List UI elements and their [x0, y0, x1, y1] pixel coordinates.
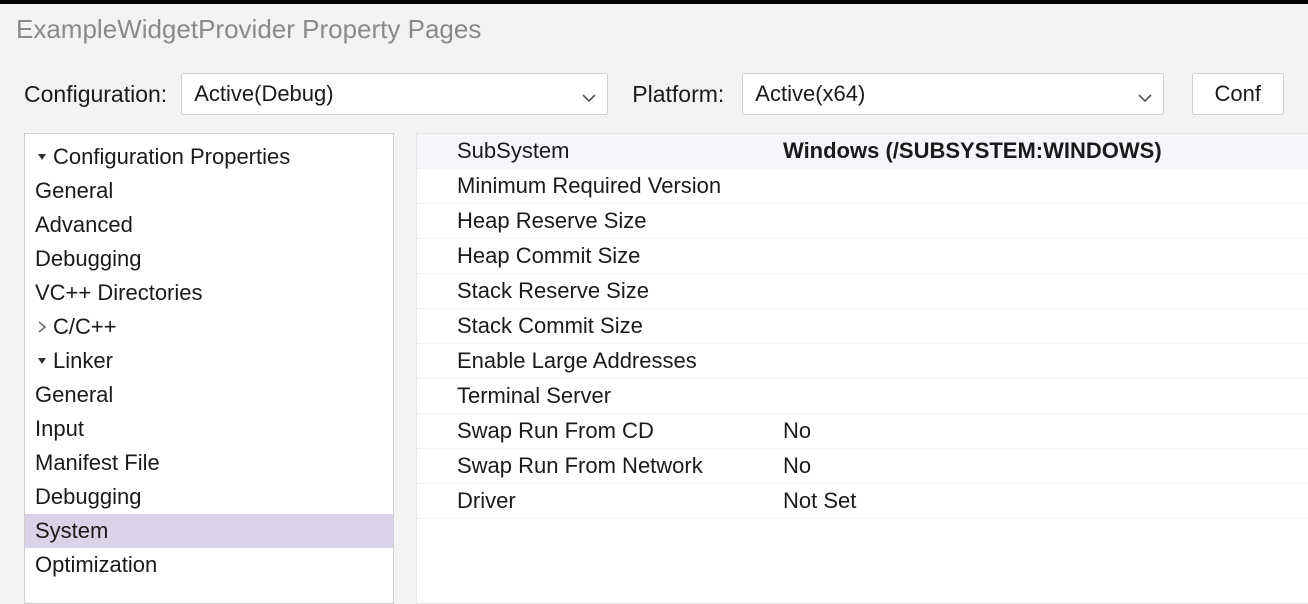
- grid-row-name: Swap Run From CD: [417, 418, 777, 444]
- configuration-dropdown[interactable]: Active(Debug): [181, 73, 608, 115]
- tree-node-linker-debugging[interactable]: Debugging: [25, 480, 393, 514]
- platform-label: Platform:: [632, 81, 724, 108]
- tree-node-label: C/C++: [53, 314, 117, 340]
- tree-panel: Configuration Properties General Advance…: [24, 133, 394, 604]
- tree-node-label: General: [35, 178, 113, 204]
- grid-row-value[interactable]: No: [777, 418, 1308, 444]
- platform-dropdown[interactable]: Active(x64): [742, 73, 1163, 115]
- tree-node-linker-optimization[interactable]: Optimization: [25, 548, 393, 582]
- tree-node-debugging[interactable]: Debugging: [25, 242, 393, 276]
- grid-row-name: Stack Commit Size: [417, 313, 777, 339]
- tree-node-label: Optimization: [35, 552, 157, 578]
- tree-node-label: Manifest File: [35, 450, 160, 476]
- tree-node-linker-system[interactable]: System: [25, 514, 393, 548]
- tree-node-c-cpp[interactable]: C/C++: [25, 310, 393, 344]
- grid-row[interactable]: Driver Not Set: [417, 484, 1308, 519]
- property-grid: SubSystem Windows (/SUBSYSTEM:WINDOWS) M…: [416, 133, 1308, 604]
- grid-row[interactable]: Terminal Server: [417, 379, 1308, 414]
- tree-node-label: VC++ Directories: [35, 280, 203, 306]
- tree-node-label: Input: [35, 416, 84, 442]
- grid-row-name: Heap Commit Size: [417, 243, 777, 269]
- grid-row-name: Stack Reserve Size: [417, 278, 777, 304]
- body: Configuration Properties General Advance…: [0, 133, 1308, 604]
- tree-node-general[interactable]: General: [25, 174, 393, 208]
- config-toolbar: Configuration: Active(Debug) Platform: A…: [0, 59, 1308, 133]
- grid-row-name: Enable Large Addresses: [417, 348, 777, 374]
- chevron-down-icon: [1137, 86, 1153, 102]
- tree-node-linker-input[interactable]: Input: [25, 412, 393, 446]
- property-pages-window: ExampleWidgetProvider Property Pages Con…: [0, 0, 1308, 604]
- tree-node-linker[interactable]: Linker: [25, 344, 393, 378]
- tree-node-configuration-properties[interactable]: Configuration Properties: [25, 140, 393, 174]
- tree-node-vcpp-directories[interactable]: VC++ Directories: [25, 276, 393, 310]
- tree-node-label: System: [35, 518, 108, 544]
- configuration-dropdown-value: Active(Debug): [194, 81, 333, 107]
- tree-node-label: Linker: [53, 348, 113, 374]
- platform-dropdown-value: Active(x64): [755, 81, 865, 107]
- tree-node-advanced[interactable]: Advanced: [25, 208, 393, 242]
- grid-row[interactable]: Swap Run From CD No: [417, 414, 1308, 449]
- grid-row-value[interactable]: Not Set: [777, 488, 1308, 514]
- grid-row[interactable]: Swap Run From Network No: [417, 449, 1308, 484]
- caret-right-icon: [35, 320, 49, 334]
- configuration-manager-label: Conf: [1215, 81, 1261, 107]
- grid-row-name: Driver: [417, 488, 777, 514]
- grid-row[interactable]: Heap Reserve Size: [417, 204, 1308, 239]
- tree-node-label: Debugging: [35, 246, 141, 272]
- configuration-label: Configuration:: [24, 81, 167, 108]
- tree-node-label: Configuration Properties: [53, 144, 290, 170]
- grid-row-value[interactable]: Windows (/SUBSYSTEM:WINDOWS): [777, 138, 1308, 164]
- grid-row-value[interactable]: No: [777, 453, 1308, 479]
- grid-row[interactable]: SubSystem Windows (/SUBSYSTEM:WINDOWS): [417, 134, 1308, 169]
- tree-node-label: Debugging: [35, 484, 141, 510]
- tree-node-linker-general[interactable]: General: [25, 378, 393, 412]
- grid-row[interactable]: Stack Reserve Size: [417, 274, 1308, 309]
- grid-row-name: Heap Reserve Size: [417, 208, 777, 234]
- tree-node-linker-manifest-file[interactable]: Manifest File: [25, 446, 393, 480]
- tree-node-label: Advanced: [35, 212, 133, 238]
- grid-row[interactable]: Heap Commit Size: [417, 239, 1308, 274]
- grid-row[interactable]: Stack Commit Size: [417, 309, 1308, 344]
- grid-row-name: Minimum Required Version: [417, 173, 777, 199]
- grid-row[interactable]: Enable Large Addresses: [417, 344, 1308, 379]
- grid-row-name: Terminal Server: [417, 383, 777, 409]
- caret-down-icon: [35, 354, 49, 368]
- chevron-down-icon: [581, 86, 597, 102]
- grid-row-name: Swap Run From Network: [417, 453, 777, 479]
- configuration-manager-button[interactable]: Conf: [1192, 73, 1284, 115]
- tree-node-label: General: [35, 382, 113, 408]
- grid-row-name: SubSystem: [417, 138, 777, 164]
- caret-down-icon: [35, 150, 49, 164]
- window-title: ExampleWidgetProvider Property Pages: [0, 0, 1308, 59]
- grid-row[interactable]: Minimum Required Version: [417, 169, 1308, 204]
